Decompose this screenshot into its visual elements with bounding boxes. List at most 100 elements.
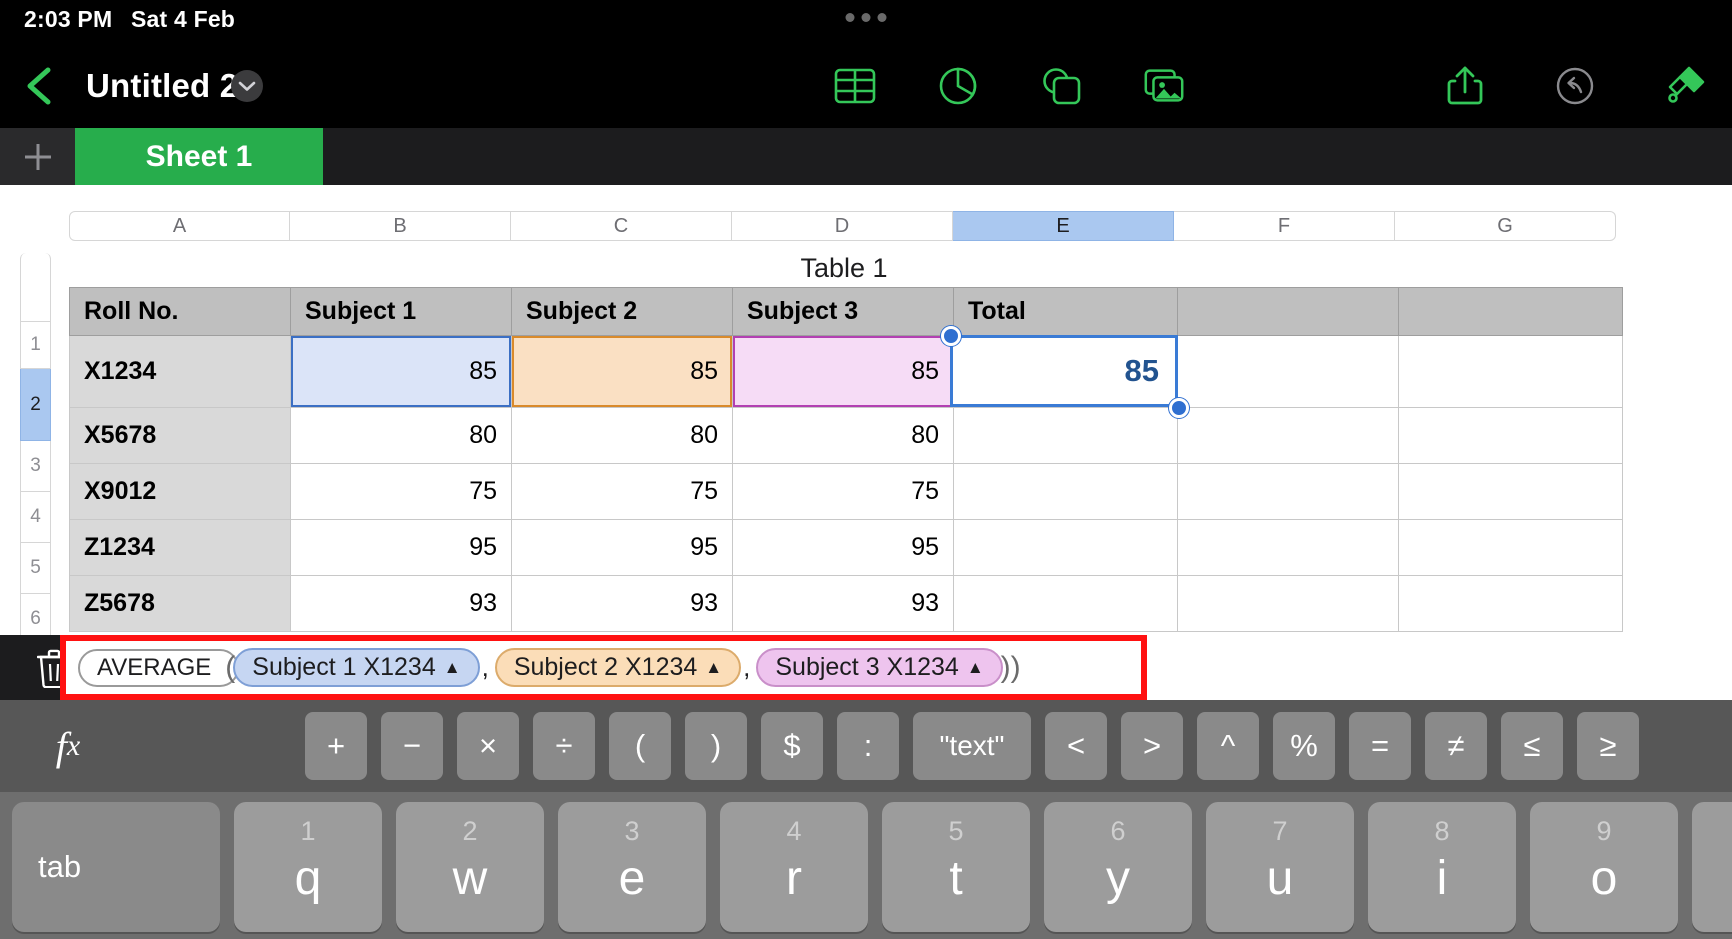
key-q[interactable]: 1 q: [234, 802, 382, 932]
selection-handle-top-left[interactable]: [941, 326, 961, 346]
cell-d6[interactable]: 93: [732, 575, 954, 632]
cell-b6[interactable]: 93: [290, 575, 512, 632]
data-table[interactable]: Roll No. Subject 1 Subject 2 Subject 3 T…: [69, 287, 1623, 632]
key-less-equal[interactable]: ≤: [1501, 712, 1563, 780]
cell-d3[interactable]: 80: [732, 407, 954, 464]
key-greater-than[interactable]: >: [1121, 712, 1183, 780]
formula-input-overflow[interactable]: [1147, 635, 1732, 700]
formula-input[interactable]: AVERAGE ( Subject 1 X1234 ▲ , Subject 2 …: [60, 635, 1147, 700]
cell-a4[interactable]: X9012: [69, 463, 291, 520]
cell-a2[interactable]: X1234: [69, 335, 291, 408]
formula-token-subject-1[interactable]: Subject 1 X1234 ▲: [233, 648, 480, 687]
cell-f4[interactable]: [1177, 463, 1399, 520]
document-title[interactable]: Untitled 2: [86, 67, 238, 105]
three-dots-icon[interactable]: [845, 13, 887, 22]
cell-d4[interactable]: 75: [732, 463, 954, 520]
formula-token-subject-2[interactable]: Subject 2 X1234 ▲: [494, 648, 742, 687]
cell-c3[interactable]: 80: [511, 407, 733, 464]
key-not-equals[interactable]: ≠: [1425, 712, 1487, 780]
key-colon[interactable]: :: [837, 712, 899, 780]
format-brush-icon[interactable]: [1662, 63, 1708, 109]
header-cell-total[interactable]: Total: [953, 287, 1178, 336]
cell-f2[interactable]: [1177, 335, 1399, 408]
cell-g2[interactable]: [1398, 335, 1623, 408]
header-cell-f[interactable]: [1177, 287, 1399, 336]
key-text[interactable]: "text": [913, 712, 1031, 780]
cell-e3[interactable]: [953, 407, 1178, 464]
selected-cell-e2[interactable]: 85: [950, 335, 1178, 407]
row-header-4[interactable]: 4: [20, 492, 51, 543]
cell-f6[interactable]: [1177, 575, 1399, 632]
spreadsheet-canvas[interactable]: A B C D E F G 1 2 3 4 5 6 Table 1 Roll N…: [0, 185, 1732, 635]
insert-chart-icon[interactable]: [935, 63, 981, 109]
header-cell-subject-3[interactable]: Subject 3: [732, 287, 954, 336]
key-greater-equal[interactable]: ≥: [1577, 712, 1639, 780]
cell-e4[interactable]: [953, 463, 1178, 520]
cell-g4[interactable]: [1398, 463, 1623, 520]
caret-up-icon[interactable]: ▲: [967, 659, 984, 676]
row-header-6[interactable]: 6: [20, 594, 51, 635]
cell-e6[interactable]: [953, 575, 1178, 632]
cell-g6[interactable]: [1398, 575, 1623, 632]
key-w[interactable]: 2 w: [396, 802, 544, 932]
share-icon[interactable]: [1442, 63, 1488, 109]
header-cell-subject-1[interactable]: Subject 1: [290, 287, 512, 336]
insert-shape-icon[interactable]: [1038, 63, 1084, 109]
header-cell-g[interactable]: [1398, 287, 1623, 336]
cell-d2[interactable]: 85: [732, 335, 954, 408]
cell-b2[interactable]: 85: [290, 335, 512, 408]
cell-c6[interactable]: 93: [511, 575, 733, 632]
caret-up-icon[interactable]: ▲: [705, 659, 722, 676]
cell-g5[interactable]: [1398, 519, 1623, 576]
cell-b3[interactable]: 80: [290, 407, 512, 464]
key-minus[interactable]: −: [381, 712, 443, 780]
row-header-1[interactable]: 1: [20, 321, 51, 369]
cell-d5[interactable]: 95: [732, 519, 954, 576]
column-header-g[interactable]: G: [1395, 211, 1616, 241]
sheet-tab-sheet-1[interactable]: Sheet 1: [75, 128, 323, 185]
cell-c5[interactable]: 95: [511, 519, 733, 576]
key-equals[interactable]: =: [1349, 712, 1411, 780]
insert-media-icon[interactable]: [1141, 63, 1187, 109]
column-header-c[interactable]: C: [511, 211, 732, 241]
table-title[interactable]: Table 1: [69, 253, 1619, 284]
cell-a6[interactable]: Z5678: [69, 575, 291, 632]
cell-f5[interactable]: [1177, 519, 1399, 576]
key-less-than[interactable]: <: [1045, 712, 1107, 780]
key-y[interactable]: 6 y: [1044, 802, 1192, 932]
key-o[interactable]: 9 o: [1530, 802, 1678, 932]
chevron-left-icon[interactable]: [14, 61, 64, 111]
column-header-f[interactable]: F: [1174, 211, 1395, 241]
key-percent[interactable]: %: [1273, 712, 1335, 780]
key-e[interactable]: 3 e: [558, 802, 706, 932]
header-cell-roll-no[interactable]: Roll No.: [69, 287, 291, 336]
cell-f3[interactable]: [1177, 407, 1399, 464]
key-close-paren[interactable]: ): [685, 712, 747, 780]
key-multiply[interactable]: ×: [457, 712, 519, 780]
key-plus[interactable]: +: [305, 712, 367, 780]
key-open-paren[interactable]: (: [609, 712, 671, 780]
cell-e5[interactable]: [953, 519, 1178, 576]
key-i[interactable]: 8 i: [1368, 802, 1516, 932]
cell-g3[interactable]: [1398, 407, 1623, 464]
cell-a5[interactable]: Z1234: [69, 519, 291, 576]
fx-icon[interactable]: fx: [22, 700, 114, 792]
row-header-2[interactable]: 2: [20, 369, 51, 441]
column-header-a[interactable]: A: [69, 211, 290, 241]
row-header-5[interactable]: 5: [20, 543, 51, 594]
cell-b4[interactable]: 75: [290, 463, 512, 520]
column-header-d[interactable]: D: [732, 211, 953, 241]
chevron-down-icon[interactable]: [231, 70, 263, 102]
cell-c4[interactable]: 75: [511, 463, 733, 520]
formula-token-subject-3[interactable]: Subject 3 X1234 ▲: [756, 648, 1003, 687]
key-dollar[interactable]: $: [761, 712, 823, 780]
cell-b5[interactable]: 95: [290, 519, 512, 576]
column-header-b[interactable]: B: [290, 211, 511, 241]
formula-function-name[interactable]: AVERAGE: [78, 648, 240, 687]
cell-a3[interactable]: X5678: [69, 407, 291, 464]
header-cell-subject-2[interactable]: Subject 2: [511, 287, 733, 336]
column-header-e[interactable]: E: [953, 211, 1174, 241]
key-tab[interactable]: tab: [12, 802, 220, 932]
caret-up-icon[interactable]: ▲: [444, 659, 461, 676]
plus-icon[interactable]: [0, 128, 75, 185]
